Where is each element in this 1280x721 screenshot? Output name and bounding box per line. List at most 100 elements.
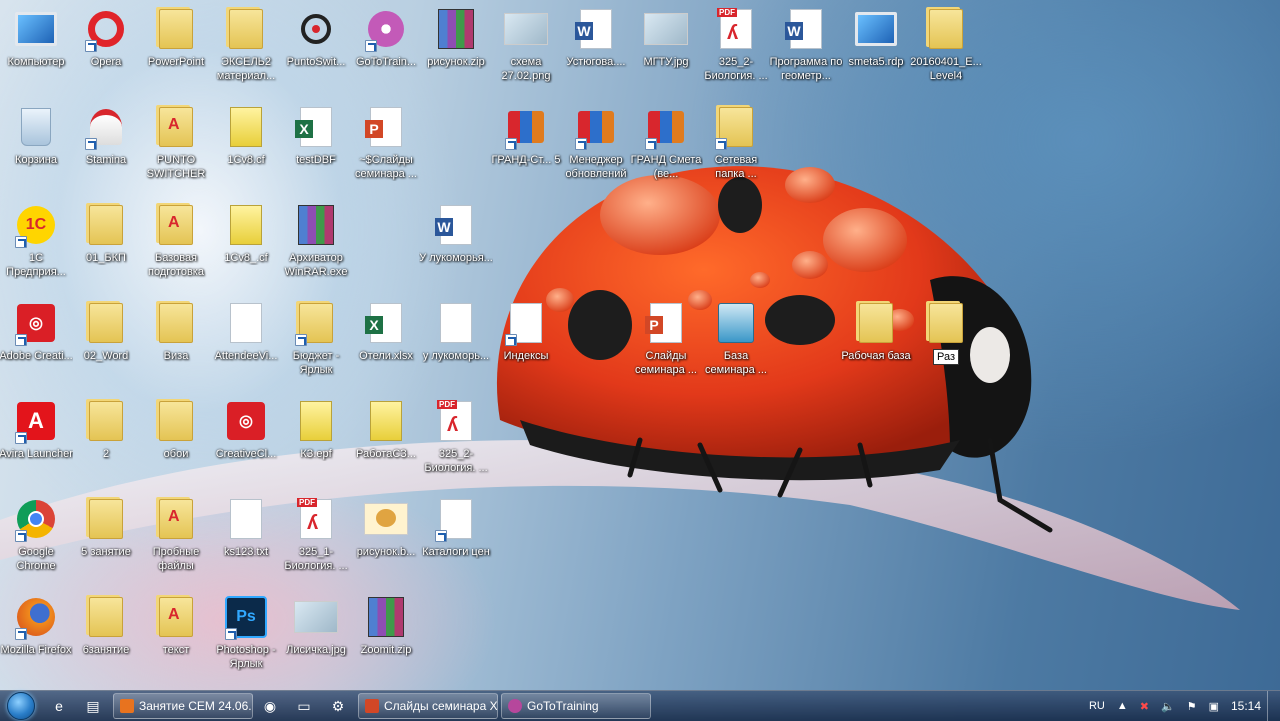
desktop-icon-label: схема 27.02.png (501, 56, 551, 82)
desktop-icon[interactable]: ◎ Adobe Creati... (0, 294, 73, 390)
desktop-icon[interactable]: ks123.txt (210, 490, 282, 586)
desktop-icon[interactable]: GoToTrain... (350, 0, 422, 96)
desktop-icon[interactable]: схема 27.02.png (490, 0, 562, 96)
desktop-icon-label: Индексы (503, 350, 549, 362)
desktop-icon[interactable]: 2 (70, 392, 142, 488)
desktop-icon[interactable]: Виза (140, 294, 212, 390)
recycle-bin-icon (13, 104, 59, 150)
desktop-icon-label: Avira Launcher (0, 448, 73, 460)
desktop-icon-label: 1С Предприя... (6, 252, 66, 278)
desktop-icon[interactable]: Архиватор WinRAR.exe (280, 196, 352, 292)
desktop-icon[interactable]: 1Cv8.cf (210, 98, 282, 194)
shortcut-arrow-icon (85, 40, 97, 52)
desktop-icon[interactable]: X Отели.xlsx (350, 294, 422, 390)
desktop-icon[interactable]: Корзина (0, 98, 72, 194)
chrome-icon[interactable]: ◉ (253, 691, 287, 721)
desktop[interactable]: Компьютер Opera PowerPoint ЭКСЕЛЬ2 материал… (0, 0, 1280, 690)
desktop-icon[interactable]: Opera (70, 0, 142, 96)
desktop-icon[interactable]: Раз (910, 294, 982, 390)
network-app-icon[interactable]: ⚙ (321, 691, 355, 721)
desktop-icon[interactable]: 01_БКП (70, 196, 142, 292)
clock[interactable]: 15:14 (1231, 699, 1261, 713)
desktop-icon-label: РаботаСЗ... (356, 448, 416, 460)
desktop-icon[interactable]: Zoomit.zip (350, 588, 422, 684)
desktop-icon[interactable]: PDF ʎ 325_2-Биология. ... (420, 392, 492, 488)
desktop-icon[interactable]: A Avira Launcher (0, 392, 73, 488)
desktop-icon[interactable]: W Программа по геометр... (770, 0, 842, 96)
start-button[interactable] (0, 691, 42, 721)
desktop-icon[interactable]: Рабочая база (840, 294, 912, 390)
show-desktop-button[interactable] (1267, 691, 1280, 721)
desktop-icon[interactable]: Менеджер обновлений (560, 98, 632, 194)
desktop-icon[interactable]: МГТУ.jpg (630, 0, 702, 96)
desktop-icon-label: 02_Word (83, 350, 129, 362)
1c-file-icon (293, 398, 339, 444)
desktop-icon[interactable]: Сетевая папка ... (700, 98, 772, 194)
notepad-icon[interactable]: ▭ (287, 691, 321, 721)
desktop-icon[interactable]: Stamina (70, 98, 142, 194)
taskbar-item-gototraining[interactable]: GoToTraining (501, 693, 651, 719)
internet-explorer-icon[interactable]: e (42, 691, 76, 721)
desktop-icon-label: 6занятие (82, 644, 130, 656)
desktop-icon[interactable]: ГРАНД Смета (ве... (630, 98, 702, 194)
desktop-icon[interactable]: Aтекст (140, 588, 212, 684)
desktop-icon[interactable]: Каталоги цен (420, 490, 492, 586)
folder-icon (83, 496, 129, 542)
desktop-icon[interactable]: A Пробные файлы (140, 490, 212, 586)
taskbar-item-powerpoint[interactable]: Слайды семинара Х... (358, 693, 498, 719)
desktop-icon[interactable]: 1С 1С Предприя... (0, 196, 72, 292)
explorer-folder-icon[interactable]: ▤ (76, 691, 110, 721)
desktop-icon[interactable]: обои (140, 392, 212, 488)
desktop-icon[interactable]: ◎ CreativeCl... (210, 392, 282, 488)
folder-icon (153, 300, 199, 346)
desktop-icon[interactable]: Ps Photoshop - Ярлык (210, 588, 282, 684)
desktop-icon[interactable]: W У лукоморья... (419, 196, 493, 292)
desktop-icon[interactable]: Компьютер (0, 0, 72, 96)
desktop-icon[interactable]: 5 занятие (70, 490, 142, 586)
system-tray: RU ▲ ✖ 🔈 ⚑ ▣ 15:14 (1083, 691, 1280, 721)
desktop-icon[interactable]: PowerPoint (140, 0, 212, 96)
language-indicator[interactable]: RU (1089, 700, 1105, 712)
desktop-icon[interactable]: Лисичка.jpg (280, 588, 352, 684)
desktop-icon[interactable]: рисунок.zip (420, 0, 492, 96)
desktop-icon[interactable]: Бюджет - Ярлык (280, 294, 352, 390)
avira-tray-icon[interactable]: ✖ (1140, 700, 1149, 713)
1c-file-icon (363, 398, 409, 444)
desktop-icon-label: PowerPoint (147, 56, 205, 68)
desktop-icon[interactable]: P ~$Слайды семинара ... (350, 98, 422, 194)
desktop-icon[interactable]: PuntoSwit... (280, 0, 352, 96)
desktop-icon[interactable]: 6занятие (70, 588, 142, 684)
action-center-flag-icon[interactable]: ⚑ (1187, 700, 1197, 713)
desktop-icon[interactable]: Google Chrome (0, 490, 72, 586)
desktop-icon[interactable]: у лукоморь... (420, 294, 492, 390)
show-hidden-icons[interactable]: ▲ (1117, 700, 1128, 712)
desktop-icon[interactable]: 02_Word (70, 294, 142, 390)
desktop-icon[interactable]: Mozilla Firefox (0, 588, 72, 684)
desktop-icon[interactable]: ГРАНД-Ст... 5 (490, 98, 562, 194)
windows-logo-icon (7, 692, 35, 720)
desktop-icon[interactable]: Индексы (490, 294, 562, 390)
desktop-icon-label: обои (163, 448, 189, 460)
desktop-icon[interactable]: База семинара ... (700, 294, 772, 390)
desktop-icon[interactable]: рисунок.b... (350, 490, 422, 586)
desktop-icon[interactable]: XtestDBF (280, 98, 352, 194)
rename-field[interactable]: Раз (932, 349, 959, 365)
desktop-icon[interactable]: AttendeeVi... (210, 294, 282, 390)
desktop-icon[interactable]: КЗ.epf (280, 392, 352, 488)
desktop-icon[interactable]: РаботаСЗ... (350, 392, 422, 488)
taskbar-item-browser[interactable]: Занятие СЕМ 24.06.2... (113, 693, 253, 719)
desktop-icon[interactable]: 20160401_E... Level4 (910, 0, 982, 96)
desktop-icon[interactable]: PDF ʎ 325_2-Биология. ... (700, 0, 772, 96)
desktop-icon[interactable]: W Устюгова.... (560, 0, 632, 96)
desktop-icon[interactable]: P Слайды семинара ... (630, 294, 702, 390)
word-document-icon: W (573, 6, 619, 52)
desktop-icon[interactable]: PDF ʎ 325_1-Биология. ... (280, 490, 352, 586)
desktop-icon[interactable]: smeta5.rdp (840, 0, 912, 96)
network-icon[interactable]: ▣ (1209, 700, 1219, 713)
desktop-icon[interactable]: 1Cv8_.cf (210, 196, 282, 292)
volume-icon[interactable]: 🔈 (1161, 700, 1175, 713)
desktop-icon[interactable]: A Базовая подготовка (140, 196, 212, 292)
folder-icon (153, 6, 199, 52)
desktop-icon[interactable]: A PUNTO SWITCHER (140, 98, 212, 194)
desktop-icon[interactable]: ЭКСЕЛЬ2 материал... (210, 0, 282, 96)
